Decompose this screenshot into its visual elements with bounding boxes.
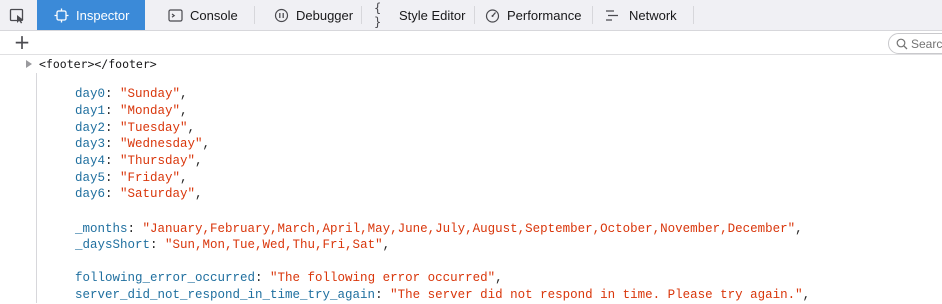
code-line: server_did_not_respond_in_time_try_again… — [75, 288, 811, 302]
element-picker-button[interactable] — [0, 0, 34, 31]
code-key: following_error_occurred — [75, 271, 256, 285]
tab-divider — [254, 6, 255, 24]
tab-divider — [592, 6, 593, 24]
tab-console[interactable]: Console — [163, 0, 253, 30]
code-value: "Thursday" — [120, 154, 196, 168]
network-icon — [604, 7, 620, 23]
tab-label-console: Console — [190, 7, 238, 23]
tab-label-network: Network — [629, 7, 677, 23]
code-key: day0 — [75, 87, 106, 101]
tab-divider — [693, 6, 694, 24]
devtools-toolbar: Inspector Console Debugger { } Style Edi… — [0, 0, 942, 31]
console-icon — [167, 7, 183, 23]
search-icon — [896, 38, 908, 49]
code-line: day3: "Wednesday", — [75, 137, 211, 151]
tab-performance[interactable]: Performance — [482, 0, 592, 30]
code-line: day1: "Monday", — [75, 104, 188, 118]
code-line: day2: "Tuesday", — [75, 121, 196, 135]
tab-label-debugger: Debugger — [296, 7, 354, 23]
code-value: "Tuesday" — [120, 121, 188, 135]
code-value: "Sun,Mon,Tue,Wed,Thu,Fri,Sat" — [165, 238, 383, 252]
code-key: _months — [75, 222, 128, 236]
search-box[interactable] — [888, 33, 942, 54]
style-editor-icon: { } — [374, 1, 382, 29]
expand-twisty-icon[interactable] — [26, 60, 32, 68]
code-value: "Saturday" — [120, 187, 196, 201]
code-key: day2 — [75, 121, 106, 135]
code-line: day5: "Friday", — [75, 171, 188, 185]
tab-style-editor[interactable]: { } Style Editor — [372, 0, 476, 30]
debugger-icon — [273, 7, 289, 23]
code-value: "January,February,March,April,May,June,J… — [142, 222, 796, 236]
tab-divider — [361, 6, 362, 24]
code-value: "The following error occurred" — [270, 271, 496, 285]
tab-debugger[interactable]: Debugger — [270, 0, 360, 30]
code-line: _daysShort: "Sun,Mon,Tue,Wed,Thu,Fri,Sat… — [75, 238, 391, 252]
tab-label-inspector: Inspector — [76, 7, 130, 23]
inspector-toolbar: + — [0, 31, 942, 55]
code-value: "Monday" — [120, 104, 181, 118]
search-input[interactable] — [911, 36, 942, 51]
inspector-icon — [53, 7, 69, 23]
code-key: _daysShort — [75, 238, 151, 252]
code-key: day3 — [75, 137, 106, 151]
performance-icon — [484, 7, 500, 23]
tab-inspector[interactable]: Inspector — [37, 0, 145, 30]
code-key: day5 — [75, 171, 106, 185]
tab-network[interactable]: Network — [601, 0, 693, 30]
code-key: day4 — [75, 154, 106, 168]
tab-label-style-editor: Style Editor — [399, 7, 466, 23]
code-key: day6 — [75, 187, 106, 201]
node-tag: <footer></footer> — [39, 57, 157, 71]
code-value: "Friday" — [120, 171, 181, 185]
code-line: following_error_occurred: "The following… — [75, 271, 503, 285]
add-node-button[interactable]: + — [12, 32, 32, 54]
plus-icon: + — [13, 30, 31, 54]
code-line: _months: "January,February,March,April,M… — [75, 222, 803, 236]
tab-label-performance: Performance — [507, 7, 582, 23]
code-line: day4: "Thursday", — [75, 154, 203, 168]
code-key: day1 — [75, 104, 106, 118]
code-line: day6: "Saturday", — [75, 187, 203, 201]
code-value: "Wednesday" — [120, 137, 203, 151]
code-line: day0: "Sunday", — [75, 87, 188, 101]
element-picker-icon — [9, 8, 24, 23]
tab-divider — [474, 6, 475, 24]
code-value: "Sunday" — [120, 87, 181, 101]
markup-node-footer[interactable]: <footer></footer> — [26, 56, 157, 72]
